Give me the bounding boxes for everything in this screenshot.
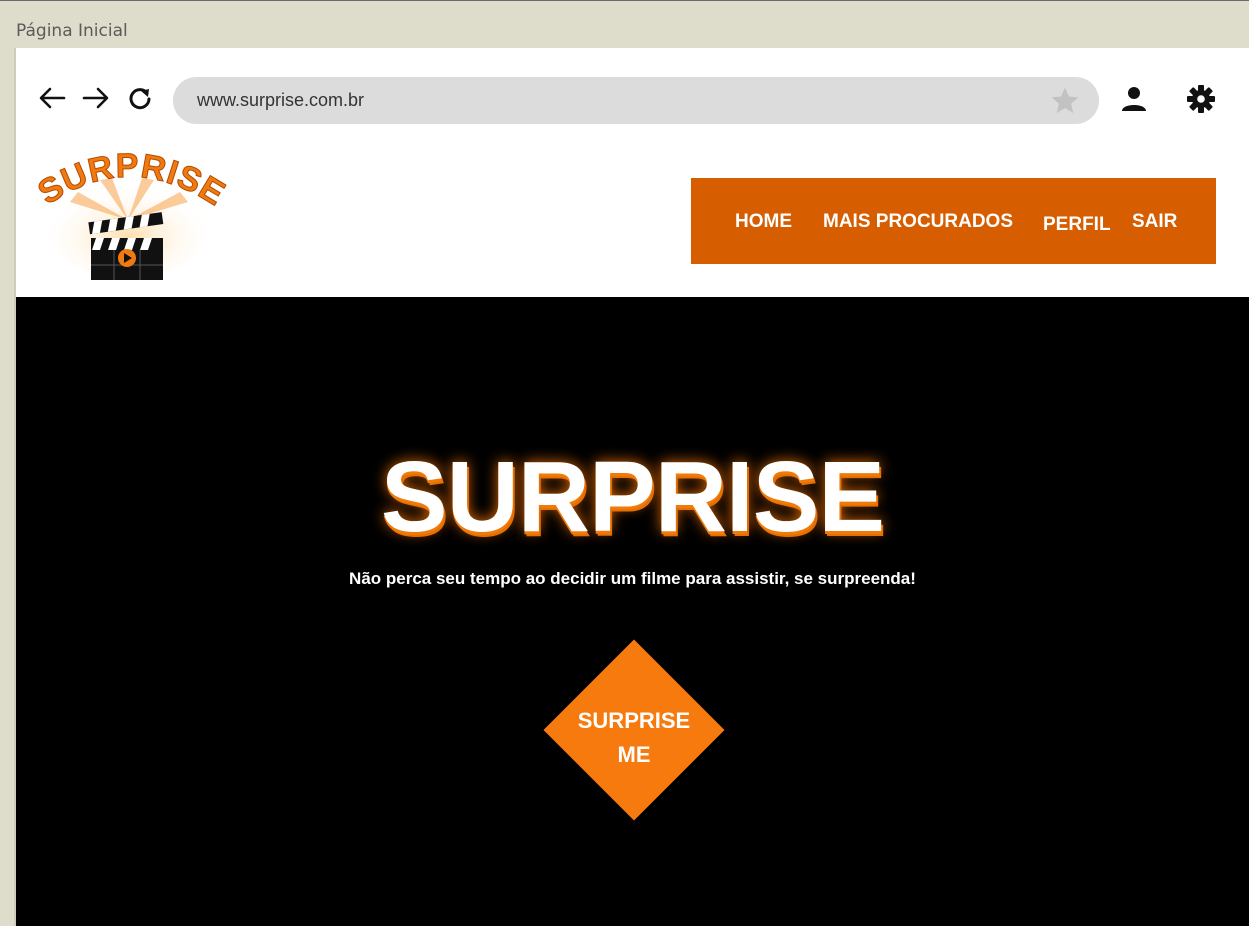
site-nav: HOME MAIS PROCURADOS PERFIL SAIR [691,178,1216,264]
address-bar[interactable]: www.surprise.com.br [173,77,1099,124]
surprise-me-button[interactable]: SURPRISE ME [543,639,725,821]
surprise-me-label: SURPRISE ME [543,704,725,772]
nav-mais-procurados[interactable]: MAIS PROCURADOS [823,211,1013,233]
forward-button[interactable] [82,82,110,114]
reload-icon [129,88,151,110]
nav-sair[interactable]: SAIR [1132,211,1177,233]
logo-graphic: SURPRISE [31,146,232,280]
site-logo[interactable]: SURPRISE [30,146,232,285]
url-text: www.surprise.com.br [197,90,365,110]
reload-button[interactable] [126,82,154,114]
hero-section: SURPRISE Não perca seu tempo ao decidir … [16,297,1249,926]
star-icon[interactable] [1049,85,1081,117]
nav-home[interactable]: HOME [735,211,792,233]
surprise-me-label-line2: ME [617,742,651,767]
arrow-left-icon [39,87,66,109]
window-title: Página Inicial [16,21,128,41]
clapperboard-icon [88,212,164,280]
hero-title: SURPRISE [380,441,885,553]
window-left-border [0,48,14,926]
gear-icon[interactable] [1186,84,1216,114]
surprise-me-label-line1: SURPRISE [577,708,691,733]
user-icon[interactable] [1119,84,1149,114]
back-button[interactable] [38,82,66,114]
nav-perfil[interactable]: PERFIL [1043,214,1111,236]
hero-subtitle: Não perca seu tempo ao decidir um filme … [349,569,916,588]
window-title-bar: Página Inicial [0,0,1249,48]
arrow-right-icon [82,87,109,109]
